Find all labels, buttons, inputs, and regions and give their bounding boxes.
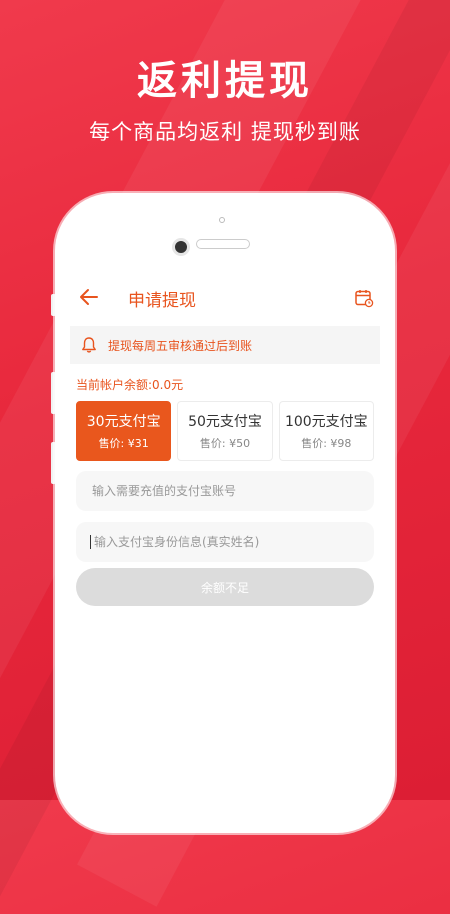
text-caret — [90, 535, 91, 549]
notice-text: 提现每周五审核通过后到账 — [108, 338, 253, 353]
hero-title: 返利提现 — [137, 58, 313, 104]
phone-camera — [172, 238, 190, 256]
real-name-field — [76, 522, 374, 562]
option-price: 售价: ¥31 — [98, 437, 149, 450]
option-label: 50元支付宝 — [188, 414, 262, 430]
page-title: 申请提现 — [128, 291, 196, 311]
app-screen: 申请提现 提现每周五审核通过后到账 当前帐户余额:0.0元 30元支付宝 售价:… — [70, 272, 380, 800]
nav-bar: 申请提现 — [70, 272, 380, 324]
withdraw-option-50[interactable]: 50元支付宝 售价: ¥50 — [177, 401, 273, 461]
phone-sensor — [219, 217, 225, 223]
option-price: 售价: ¥98 — [301, 437, 352, 450]
bell-icon — [82, 337, 96, 353]
option-price: 售价: ¥50 — [199, 437, 251, 450]
submit-button[interactable]: 余额不足 — [76, 568, 374, 606]
balance-text: 当前帐户余额:0.0元 — [76, 378, 184, 392]
notice-bar: 提现每周五审核通过后到账 — [70, 326, 380, 364]
phone-speaker — [196, 239, 250, 249]
hero-subtitle: 每个商品均返利 提现秒到账 — [89, 120, 361, 144]
alipay-account-input[interactable] — [90, 483, 364, 499]
withdraw-options: 30元支付宝 售价: ¥31 50元支付宝 售价: ¥50 100元支付宝 售价… — [76, 401, 374, 461]
withdraw-option-100[interactable]: 100元支付宝 售价: ¥98 — [278, 401, 374, 461]
real-name-input[interactable] — [92, 534, 366, 550]
option-label: 30元支付宝 — [86, 414, 161, 430]
alipay-account-field — [76, 471, 374, 511]
option-label: 100元支付宝 — [284, 414, 368, 430]
calendar-icon[interactable] — [354, 288, 374, 308]
back-arrow-icon[interactable] — [78, 286, 100, 308]
withdraw-option-30[interactable]: 30元支付宝 售价: ¥31 — [76, 401, 172, 461]
